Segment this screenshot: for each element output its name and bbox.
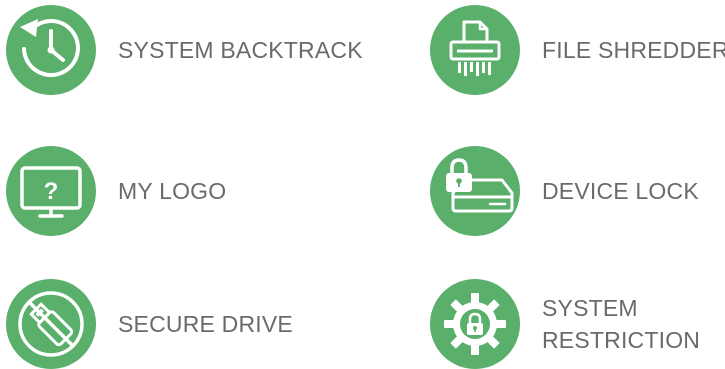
usb-blocked-icon bbox=[6, 279, 96, 369]
feature-system-backtrack[interactable]: SYSTEM BACKTRACK bbox=[6, 5, 363, 95]
drive-lock-icon bbox=[430, 146, 520, 236]
feature-my-logo[interactable]: ? MY LOGO bbox=[6, 146, 226, 236]
feature-label: SECURE DRIVE bbox=[118, 311, 293, 337]
clock-history-icon bbox=[6, 5, 96, 95]
monitor-question-icon: ? bbox=[6, 146, 96, 236]
feature-label-line-2: RESTRICTION bbox=[542, 327, 701, 353]
feature-device-lock[interactable]: DEVICE LOCK bbox=[430, 146, 699, 236]
feature-label: FILE SHREDDER bbox=[542, 37, 725, 63]
svg-text:?: ? bbox=[44, 178, 59, 205]
feature-label: MY LOGO bbox=[118, 178, 227, 204]
feature-label-line-1: SYSTEM bbox=[542, 295, 638, 321]
shredder-icon bbox=[430, 5, 520, 95]
feature-label: DEVICE LOCK bbox=[542, 178, 699, 204]
feature-label: SYSTEM RESTRICTION bbox=[542, 292, 700, 356]
feature-secure-drive[interactable]: SECURE DRIVE bbox=[6, 279, 293, 369]
feature-label: SYSTEM BACKTRACK bbox=[118, 37, 363, 63]
feature-system-restriction[interactable]: SYSTEM RESTRICTION bbox=[430, 279, 700, 369]
feature-file-shredder[interactable]: FILE SHREDDER bbox=[430, 5, 725, 95]
gear-lock-icon bbox=[430, 279, 520, 369]
